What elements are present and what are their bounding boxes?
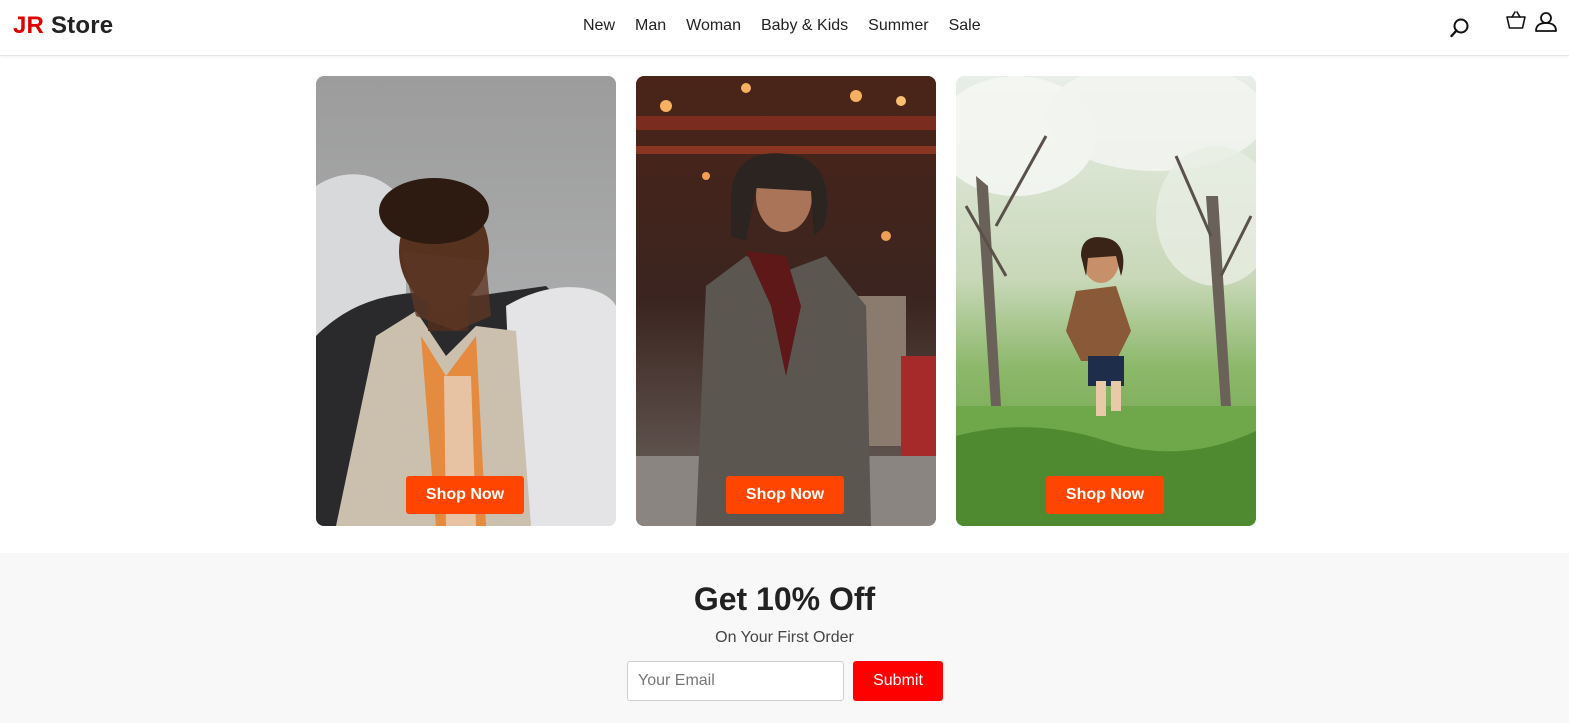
card-woman[interactable]: Shop Now bbox=[636, 76, 936, 526]
man-photo bbox=[316, 76, 616, 526]
nav-item-new[interactable]: New bbox=[583, 17, 615, 35]
woman-photo bbox=[636, 76, 936, 526]
email-field[interactable] bbox=[627, 661, 844, 701]
newsletter-promo: Get 10% Off On Your First Order Submit bbox=[0, 553, 1569, 723]
nav-item-man[interactable]: Man bbox=[635, 17, 666, 35]
promo-title: Get 10% Off bbox=[693, 581, 876, 617]
cart-icon[interactable] bbox=[1505, 10, 1531, 35]
main-nav: New Man Woman Baby & Kids Summer Sale bbox=[583, 17, 981, 35]
logo-prefix: JR bbox=[13, 12, 45, 39]
kid-photo bbox=[956, 76, 1256, 526]
submit-button[interactable]: Submit bbox=[853, 661, 943, 701]
logo[interactable]: JR Store bbox=[13, 12, 113, 40]
nav-item-woman[interactable]: Woman bbox=[686, 17, 741, 35]
category-cards: Shop Now Shop Now Shop Now bbox=[316, 76, 1256, 526]
header: JR Store New Man Woman Baby & Kids Summe… bbox=[0, 0, 1569, 56]
shop-now-button-kids[interactable]: Shop Now bbox=[1046, 476, 1164, 514]
shop-now-button-man[interactable]: Shop Now bbox=[406, 476, 524, 514]
nav-item-summer[interactable]: Summer bbox=[868, 17, 928, 35]
search-icon[interactable] bbox=[1449, 17, 1471, 39]
promo-subtitle: On Your First Order bbox=[715, 629, 854, 646]
shop-now-button-woman[interactable]: Shop Now bbox=[726, 476, 844, 514]
logo-suffix: Store bbox=[50, 12, 114, 39]
card-kids[interactable]: Shop Now bbox=[956, 76, 1256, 526]
user-icon[interactable] bbox=[1534, 10, 1558, 34]
nav-item-sale[interactable]: Sale bbox=[949, 17, 981, 35]
card-man[interactable]: Shop Now bbox=[316, 76, 616, 526]
nav-item-baby-kids[interactable]: Baby & Kids bbox=[761, 17, 848, 35]
